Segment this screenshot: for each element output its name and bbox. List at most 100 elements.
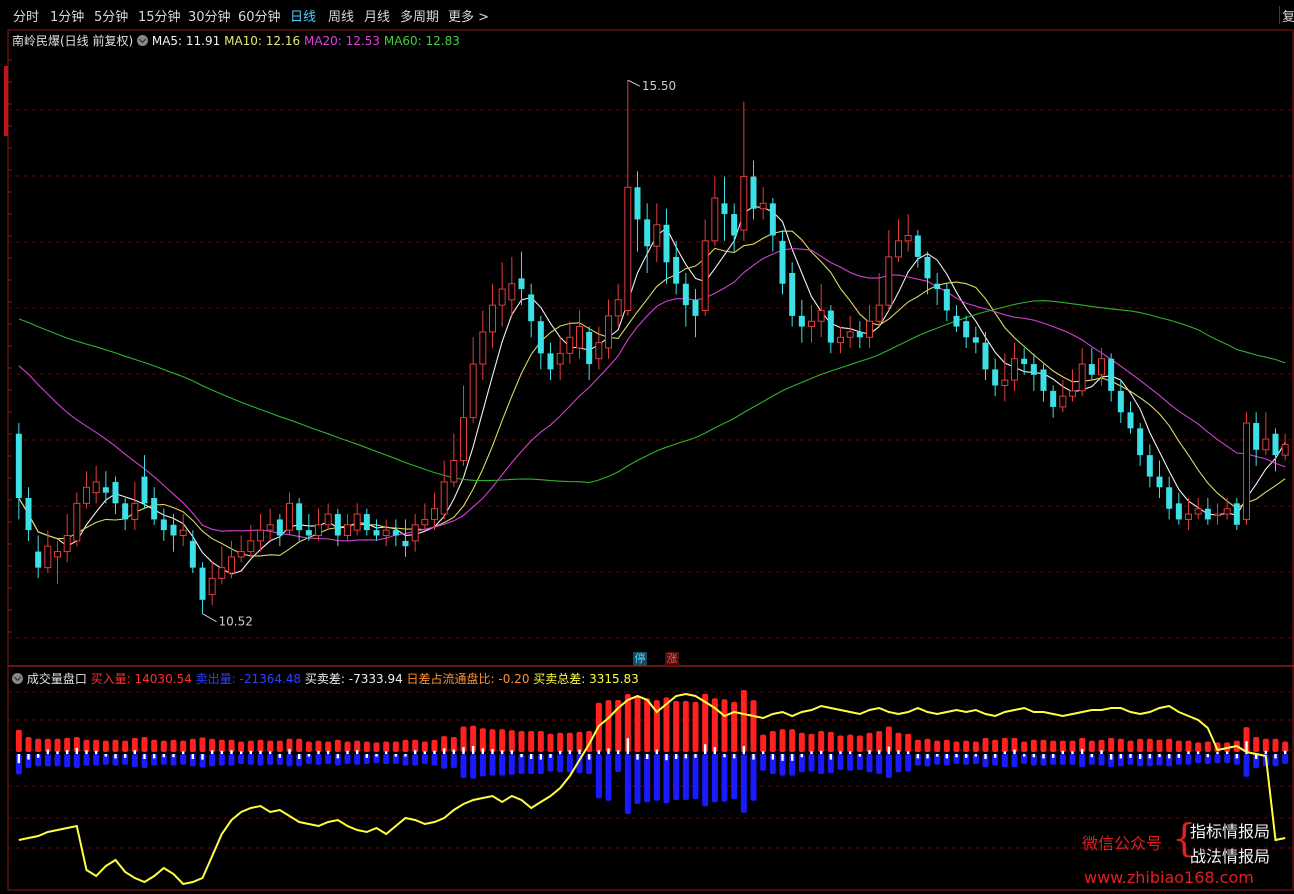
- buy-bar: [856, 735, 863, 752]
- candle-body: [614, 299, 622, 317]
- sell-bar: [818, 754, 825, 774]
- candle-body: [837, 336, 844, 344]
- buy-bar: [102, 740, 109, 752]
- buy-bar: [895, 732, 902, 752]
- sell-bar: [383, 754, 390, 764]
- candle-body: [189, 540, 196, 568]
- buy-bar: [180, 740, 187, 752]
- diff-tick: [1032, 754, 1036, 758]
- sell-bar: [238, 754, 245, 764]
- buy-bar: [982, 737, 989, 752]
- sell-bar: [267, 754, 274, 765]
- candle-body: [35, 551, 42, 568]
- buy-bar: [721, 699, 728, 752]
- diff-tick: [288, 749, 291, 754]
- buy-bar: [305, 741, 312, 752]
- diff-tick: [616, 750, 620, 754]
- candle-body: [208, 577, 216, 595]
- diff-tick: [143, 754, 146, 759]
- sell-bar: [315, 754, 322, 765]
- sell-bar: [731, 754, 738, 800]
- candle-body: [1137, 428, 1144, 456]
- candle-body: [450, 460, 458, 483]
- diff-tick: [181, 751, 185, 754]
- low-marker-line: [202, 613, 217, 623]
- buy-bar: [325, 741, 332, 752]
- diff-tick: [781, 754, 784, 761]
- candle-body: [1098, 358, 1105, 376]
- candle-body: [498, 288, 506, 306]
- diff-tick: [800, 754, 804, 758]
- sell-bar: [682, 754, 689, 800]
- candle-body: [827, 310, 834, 343]
- candle-body: [431, 508, 438, 520]
- candle-body: [421, 518, 429, 526]
- candle-body: [489, 304, 496, 333]
- buy-bar: [189, 738, 196, 752]
- sell-bar: [837, 754, 844, 770]
- buy-bar: [1166, 738, 1173, 752]
- candle-body: [15, 433, 22, 498]
- diff-tick: [790, 754, 794, 761]
- sell-bar: [489, 754, 496, 776]
- diff-tick: [326, 750, 330, 754]
- candle-body: [83, 486, 90, 504]
- buy-bar: [1272, 738, 1279, 752]
- diff-tick: [1158, 754, 1161, 758]
- diff-tick: [1196, 751, 1200, 754]
- candle-body: [634, 187, 641, 220]
- diff-tick: [114, 754, 117, 759]
- stock-chart[interactable]: 15.50 10.52: [0, 0, 1294, 894]
- candle-body: [92, 481, 100, 494]
- sell-bar: [228, 754, 235, 766]
- diff-tick: [162, 754, 166, 758]
- sell-bar: [557, 754, 564, 773]
- buy-bar: [296, 738, 303, 752]
- buy-bar: [170, 739, 177, 752]
- diff-tick: [462, 747, 465, 754]
- sell-bar: [344, 754, 351, 764]
- diff-tick: [481, 748, 485, 754]
- candle-body: [1175, 503, 1182, 520]
- diff-tick: [1080, 749, 1084, 754]
- candle-body: [112, 481, 119, 504]
- sell-bar: [209, 754, 216, 767]
- candle-body: [1050, 390, 1057, 407]
- buy-bar: [64, 737, 71, 752]
- diff-tick: [1119, 754, 1123, 759]
- diff-tick: [810, 751, 813, 754]
- buy-bar: [518, 731, 525, 752]
- diff-tick: [626, 738, 630, 754]
- sell-bar: [711, 754, 718, 803]
- scroll-indicator: [4, 66, 8, 136]
- diff-tick: [568, 750, 572, 754]
- candle-body: [586, 331, 593, 365]
- candle-body: [63, 535, 71, 553]
- diff-tick: [1283, 750, 1287, 754]
- candle-body: [779, 240, 786, 284]
- candle-body: [1078, 363, 1086, 392]
- limit-up-tag: 涨: [665, 652, 679, 666]
- candle-body: [479, 331, 487, 365]
- diff-tick: [249, 750, 253, 754]
- sell-bar: [499, 754, 506, 776]
- diff-tick: [1109, 754, 1113, 760]
- diff-tick: [123, 754, 127, 758]
- diff-tick: [674, 754, 678, 759]
- candle-body: [286, 502, 293, 531]
- buy-bar: [1204, 741, 1211, 752]
- candle-body: [402, 540, 409, 547]
- diff-tick: [56, 751, 59, 754]
- buy-bar: [276, 740, 283, 752]
- diff-tick: [955, 754, 958, 758]
- buy-bar: [605, 700, 612, 752]
- candle-body: [817, 310, 825, 322]
- diff-tick: [935, 754, 939, 757]
- buy-bar: [228, 739, 235, 752]
- buy-bar: [876, 731, 883, 752]
- diff-tick: [201, 754, 204, 760]
- sell-bar: [876, 754, 883, 774]
- diff-tick: [268, 751, 272, 754]
- candle-body: [1185, 513, 1192, 520]
- candle-body: [963, 321, 970, 338]
